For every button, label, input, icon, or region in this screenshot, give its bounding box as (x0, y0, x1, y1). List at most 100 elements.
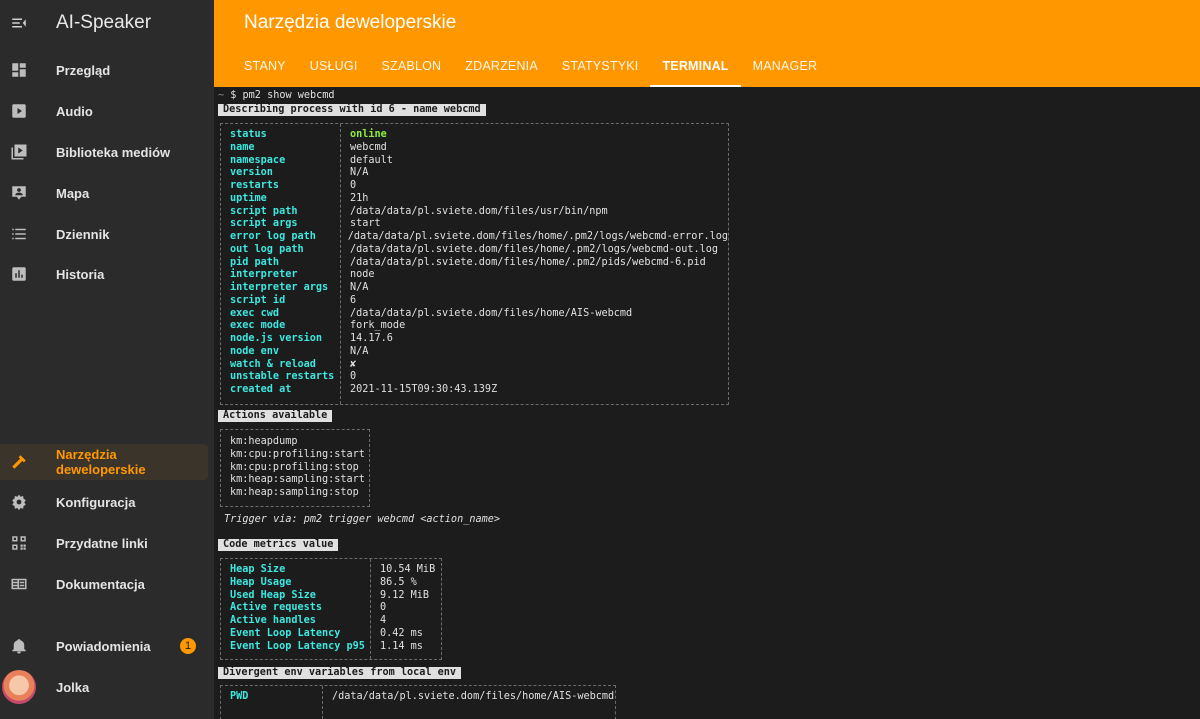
table-row: watch & reload ✘ (221, 359, 728, 372)
table-row: out log path/data/data/pl.sviete.dom/fil… (221, 244, 728, 257)
row-value: 1.14 ms (380, 640, 423, 652)
row-value: 9.12 MiB (380, 589, 430, 601)
sidebar-item-label: Dokumentacja (56, 576, 145, 592)
terminal-output[interactable]: ~ $ pm2 show webcmd Describing process w… (214, 87, 1200, 719)
row-value: /data/data/pl.sviete.dom/files/home/.pm2… (350, 256, 706, 268)
app-title: AI-Speaker (56, 12, 152, 33)
actions-table: km:heapdump km:cpu:profiling:start km:cpu:… (220, 429, 370, 507)
table-row: Active handles 4 (221, 615, 441, 628)
row-key: namespace (230, 154, 286, 166)
table-row: error log path/data/data/pl.sviete.dom/f… (221, 231, 728, 244)
table-row: status online (221, 129, 728, 142)
table-row: pid path/data/data/pl.sviete.dom/files/h… (221, 257, 728, 270)
menu-collapse-icon[interactable] (10, 14, 28, 32)
tab-terminal[interactable]: TERMINAL (650, 48, 741, 87)
row-key: exec mode (230, 320, 286, 332)
row-key: Event Loop Latency (230, 627, 341, 639)
avatar (2, 670, 36, 704)
tab-zdarzenia[interactable]: ZDARZENIA (453, 48, 550, 87)
row-value: /data/data/pl.sviete.dom/files/home/AIS-… (332, 691, 615, 702)
table-row: unstable restarts 0 (221, 371, 728, 384)
row-value: online (350, 129, 387, 140)
action-item: km:cpu:profiling:start (230, 448, 365, 460)
sidebar-item-mapa[interactable]: Mapa (0, 175, 214, 211)
table-row: Heap Size 10.54 MiB (221, 564, 441, 577)
sidebar-item-przeglad[interactable]: Przegląd (0, 52, 214, 88)
row-value: 0 (350, 180, 357, 191)
tab-bar: STANY USŁUGI SZABLON ZDARZENIA STATYSTYK… (232, 48, 829, 87)
chart-icon (10, 265, 28, 283)
row-value: start (350, 218, 381, 230)
row-key: Event Loop Latency p95 (230, 640, 365, 652)
sidebar-item-biblioteka[interactable]: Biblioteka mediów (0, 134, 214, 170)
row-value: 14.17.6 (350, 333, 393, 344)
user-name: Jolka (56, 679, 90, 695)
map-icon (10, 184, 28, 202)
sidebar-item-dokumentacja[interactable]: Dokumentacja (0, 566, 214, 602)
row-value: ✘ (350, 358, 357, 370)
table-row: exec cwd/data/data/pl.sviete.dom/files/h… (221, 308, 728, 321)
row-key: pid path (230, 256, 280, 268)
table-row: exec mode fork_mode (221, 320, 728, 333)
table-row: created at 2021-11-15T09:30:43.139Z (221, 384, 728, 397)
sidebar-item-linki[interactable]: Przydatne linki (0, 525, 214, 561)
row-key: error log path (230, 231, 316, 242)
tab-manager[interactable]: MANAGER (741, 48, 830, 87)
row-value: 86.5 % (380, 576, 417, 588)
row-key: uptime (230, 192, 267, 204)
tab-statystyki[interactable]: STATYSTYKI (550, 48, 651, 87)
env-title: Divergent env variables from local env (218, 667, 462, 679)
row-key: out log path (230, 243, 304, 255)
row-value: webcmd (350, 141, 387, 153)
row-key: exec cwd (230, 307, 280, 319)
table-row: script id 6 (221, 295, 728, 308)
row-key: node.js version (230, 333, 323, 344)
row-value: 0.42 ms (380, 627, 423, 639)
sidebar-item-user[interactable]: Jolka (0, 669, 214, 705)
row-key: node env (230, 345, 280, 357)
sidebar-item-label: Historia (56, 266, 105, 282)
row-key: watch & reload (230, 358, 316, 370)
row-value: 21h (350, 192, 369, 204)
action-item: km:cpu:profiling:stop (230, 461, 359, 473)
hammer-icon (10, 453, 28, 471)
sidebar-item-label: Dziennik (56, 226, 110, 242)
sidebar-item-label: Konfiguracja (56, 494, 136, 510)
actions-title: Actions available (218, 410, 333, 422)
row-key: unstable restarts (230, 371, 335, 383)
sidebar-item-powiadomienia[interactable]: Powiadomienia 1 (0, 628, 214, 664)
tab-uslugi[interactable]: USŁUGI (298, 48, 370, 87)
sidebar-item-dziennik[interactable]: Dziennik (0, 216, 214, 252)
table-row: Used Heap Size 9.12 MiB (221, 590, 441, 603)
tab-stany[interactable]: STANY (232, 48, 298, 87)
row-key: script path (230, 205, 298, 217)
row-value: 6 (350, 294, 357, 306)
header: Narzędzia deweloperskie STANY USŁUGI SZA… (214, 0, 1200, 87)
sidebar-item-audio[interactable]: Audio (0, 93, 214, 129)
table-row: interpreter args N/A (221, 282, 728, 295)
row-key: Heap Size (230, 564, 286, 575)
table-row: restarts 0 (221, 180, 728, 193)
column-divider (322, 686, 323, 719)
sidebar-item-historia[interactable]: Historia (0, 256, 214, 292)
table-row: interpreter node (221, 269, 728, 282)
row-key: Heap Usage (230, 576, 292, 588)
row-value: 10.54 MiB (380, 564, 436, 575)
row-value: N/A (350, 345, 369, 357)
column-divider (370, 559, 371, 659)
table-row: uptime 21h (221, 193, 728, 206)
row-value: node (350, 269, 375, 281)
row-key: status (230, 129, 267, 140)
row-value: fork_mode (350, 320, 406, 332)
table-row: node.js version 14.17.6 (221, 333, 728, 346)
sidebar-item-konfiguracja[interactable]: Konfiguracja (0, 484, 214, 520)
tab-szablon[interactable]: SZABLON (370, 48, 454, 87)
row-key: Active handles (230, 615, 316, 626)
action-item: km:heapdump (230, 436, 298, 447)
book-icon (10, 575, 28, 593)
table-row: Heap Usage 86.5 % (221, 577, 441, 590)
row-value: /data/data/pl.sviete.dom/files/usr/bin/n… (350, 205, 608, 217)
sidebar-item-narzedzia[interactable]: Narzędzia deweloperskie (0, 444, 208, 480)
table-row: script path/data/data/pl.sviete.dom/file… (221, 206, 728, 219)
row-value: 0 (350, 371, 357, 383)
